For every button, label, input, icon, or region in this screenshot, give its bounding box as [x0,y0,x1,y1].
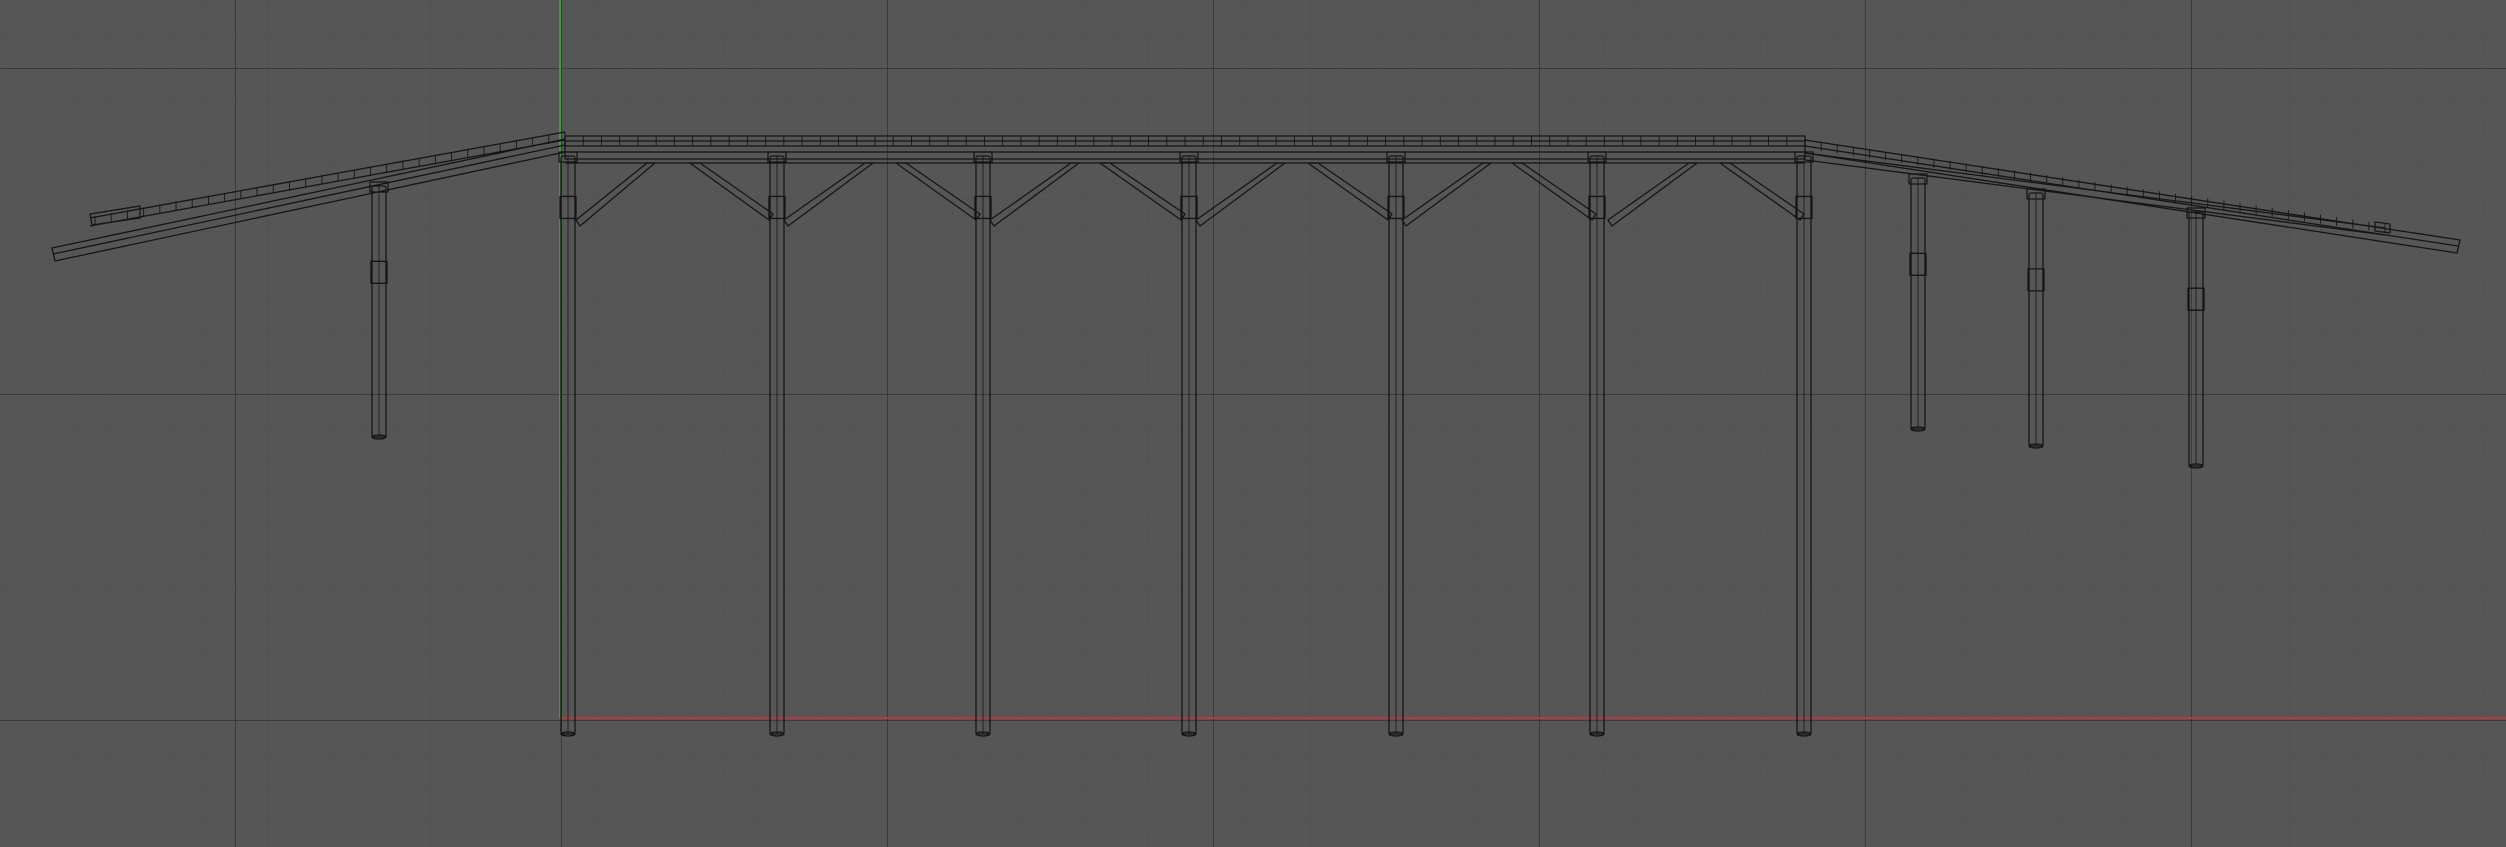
support-post [2026,188,2046,449]
support-post [1386,151,1406,737]
left-ramp-deck [51,131,566,262]
3d-viewport[interactable] [0,0,2506,847]
right-ramp-deck [1804,139,2461,254]
support-post [973,151,993,737]
support-post [369,181,389,440]
support-posts [369,151,2206,737]
wireframe-scene[interactable] [0,0,2506,847]
support-post [1794,151,1814,737]
support-post [1908,173,1928,432]
bridge-model[interactable] [51,131,2461,737]
support-post [1587,151,1607,737]
diagonal-braces [575,162,1805,227]
support-post [2186,207,2206,469]
support-post [767,151,787,737]
support-post [1179,151,1199,737]
support-post [558,151,578,737]
